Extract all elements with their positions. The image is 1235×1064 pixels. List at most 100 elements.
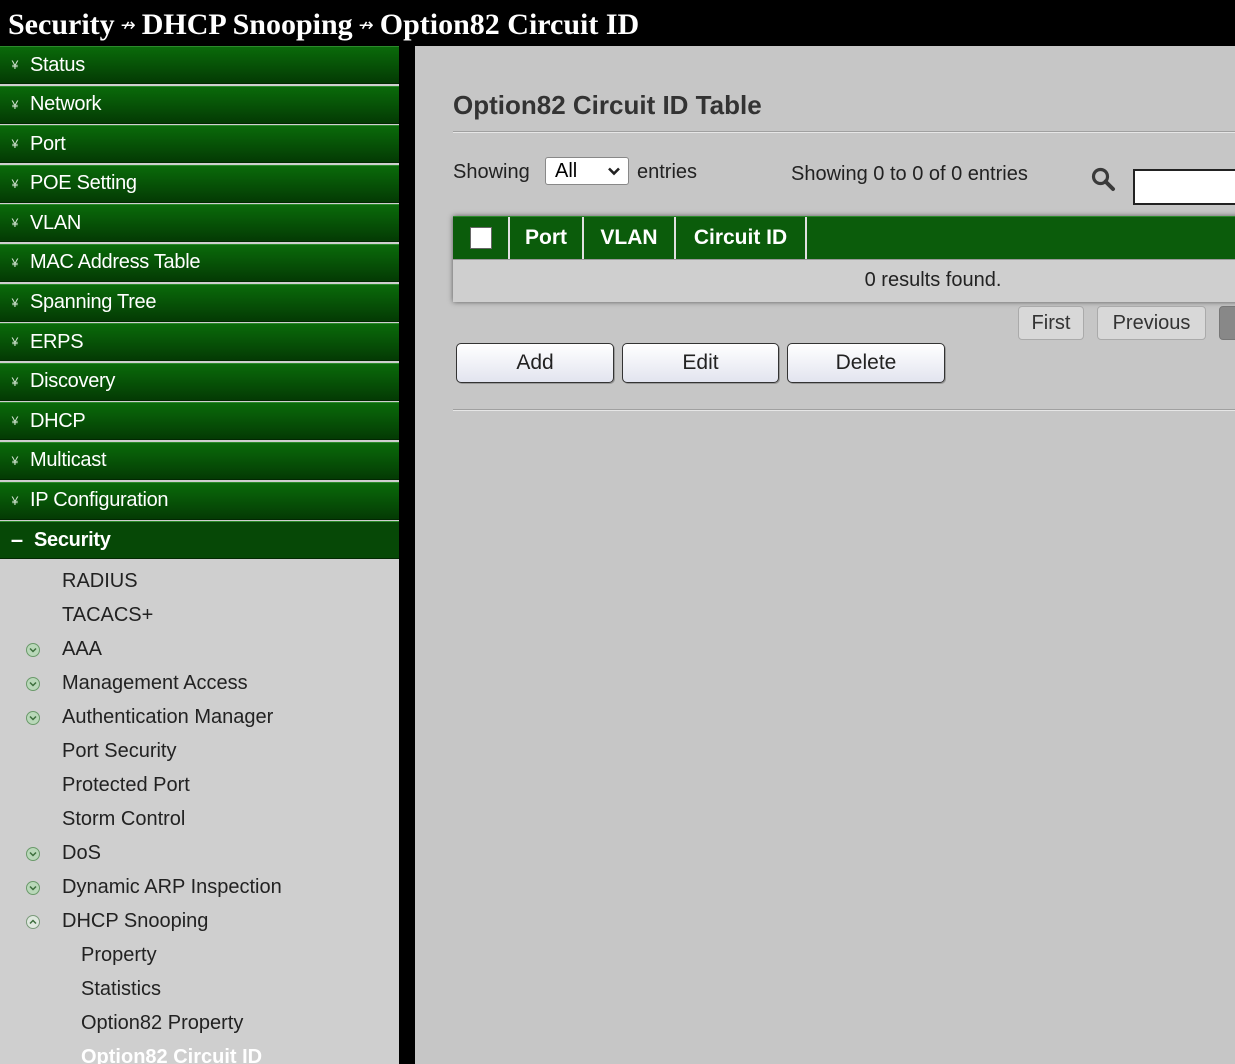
column-header-circuit-id[interactable]: Circuit ID bbox=[676, 217, 807, 259]
expand-icon bbox=[26, 846, 40, 861]
search-icon[interactable] bbox=[1090, 166, 1116, 192]
sidebar-item-radius[interactable]: RADIUS bbox=[0, 565, 399, 599]
chevrons-down-icon: ¥ bbox=[11, 493, 19, 508]
sidebar-item-label: Storm Control bbox=[62, 808, 186, 831]
delete-button[interactable]: Delete bbox=[787, 343, 945, 383]
menu-item-security[interactable]: – Security bbox=[0, 521, 399, 560]
sidebar-item-label: DoS bbox=[62, 842, 101, 865]
column-header-vlan[interactable]: VLAN bbox=[584, 217, 676, 259]
menu-item-ip-configuration[interactable]: ¥ IP Configuration bbox=[0, 481, 399, 520]
chevrons-down-icon: ¥ bbox=[11, 335, 19, 350]
chevrons-down-icon: ¥ bbox=[11, 137, 19, 152]
menu-item-label: VLAN bbox=[30, 211, 82, 234]
menu-item-spanning-tree[interactable]: ¥ Spanning Tree bbox=[0, 283, 399, 322]
sidebar-item-dos[interactable]: DoS bbox=[0, 837, 399, 871]
chevrons-down-icon: ¥ bbox=[11, 176, 19, 191]
menu-item-label: ERPS bbox=[30, 330, 84, 353]
menu-item-label: POE Setting bbox=[30, 172, 137, 195]
menu-item-dhcp[interactable]: ¥ DHCP bbox=[0, 402, 399, 441]
sidebar-item-label: DHCP Snooping bbox=[62, 910, 209, 933]
menu-item-label: Port bbox=[30, 132, 66, 155]
menu-item-poe-setting[interactable]: ¥ POE Setting bbox=[0, 164, 399, 203]
page-number-button[interactable] bbox=[1219, 306, 1235, 340]
menu-item-erps[interactable]: ¥ ERPS bbox=[0, 323, 399, 362]
entries-label: entries bbox=[637, 161, 698, 183]
footer-divider bbox=[453, 409, 1235, 411]
sidebar-item-label: Option82 Circuit ID bbox=[81, 1046, 263, 1064]
sidebar-item-label: Port Security bbox=[62, 740, 177, 763]
menu-item-port[interactable]: ¥ Port bbox=[0, 125, 399, 164]
breadcrumb-arrow-icon: ↛ bbox=[120, 15, 136, 36]
search-input[interactable] bbox=[1133, 169, 1235, 205]
select-all-checkbox[interactable] bbox=[469, 227, 492, 249]
circuit-id-table: Port VLAN Circuit ID 0 results found. bbox=[453, 216, 1235, 302]
entries-info: Showing 0 to 0 of 0 entries bbox=[791, 163, 1028, 185]
previous-page-button[interactable]: Previous bbox=[1097, 306, 1206, 340]
sidebar-item-dhcp-snooping[interactable]: DHCP Snooping bbox=[0, 905, 399, 939]
menu-item-label: Spanning Tree bbox=[30, 291, 157, 314]
chevron-down-icon bbox=[608, 167, 620, 176]
menu-item-label: Multicast bbox=[30, 449, 107, 472]
breadcrumb-dhcp-snooping[interactable]: DHCP Snooping bbox=[142, 8, 353, 41]
sidebar-item-label: AAA bbox=[62, 638, 103, 661]
entries-select-value: All bbox=[555, 159, 578, 182]
sidebar-item-label: Authentication Manager bbox=[62, 706, 274, 729]
empty-results-message: 0 results found. bbox=[864, 269, 1002, 291]
menu-item-mac-address-table[interactable]: ¥ MAC Address Table bbox=[0, 243, 399, 282]
breadcrumb-security[interactable]: Security bbox=[8, 8, 115, 41]
expand-icon bbox=[26, 642, 40, 657]
sidebar-item-label: Management Access bbox=[62, 672, 248, 695]
expand-icon bbox=[26, 676, 40, 691]
edit-button[interactable]: Edit bbox=[622, 343, 779, 383]
chevrons-down-icon: ¥ bbox=[11, 97, 19, 112]
sidebar-item-tacacs[interactable]: TACACS+ bbox=[0, 599, 399, 633]
sidebar-item-authentication-manager[interactable]: Authentication Manager bbox=[0, 701, 399, 735]
menu-item-label: MAC Address Table bbox=[30, 251, 201, 274]
sidebar-item-label: Property bbox=[81, 944, 157, 967]
menu-item-label: Status bbox=[30, 53, 85, 76]
first-page-button[interactable]: First bbox=[1018, 306, 1084, 340]
column-header-port[interactable]: Port bbox=[510, 217, 584, 259]
sidebar-item-dynamic-arp-inspection[interactable]: Dynamic ARP Inspection bbox=[0, 871, 399, 905]
chevrons-down-icon: ¥ bbox=[11, 414, 19, 429]
main-content: Option82 Circuit ID Table Showing All en… bbox=[415, 46, 1235, 1064]
menu-item-discovery[interactable]: ¥ Discovery bbox=[0, 362, 399, 401]
chevrons-down-icon: ¥ bbox=[11, 295, 19, 310]
sidebar-item-storm-control[interactable]: Storm Control bbox=[0, 803, 399, 837]
select-all-cell bbox=[453, 217, 510, 259]
minus-icon: – bbox=[10, 527, 24, 553]
sidebar-item-property[interactable]: Property bbox=[0, 939, 399, 973]
sidebar-item-aaa[interactable]: AAA bbox=[0, 633, 399, 667]
menu-item-label: DHCP bbox=[30, 409, 86, 432]
menu-item-vlan[interactable]: ¥ VLAN bbox=[0, 204, 399, 243]
sidebar-item-label: Statistics bbox=[81, 978, 162, 1001]
sidebar-item-protected-port[interactable]: Protected Port bbox=[0, 769, 399, 803]
sidebar-item-option82-circuit-id[interactable]: Option82 Circuit ID bbox=[0, 1041, 399, 1064]
collapse-icon bbox=[26, 914, 40, 929]
showing-label: Showing bbox=[453, 161, 530, 183]
add-button[interactable]: Add bbox=[456, 343, 614, 383]
menu-item-label: IP Configuration bbox=[30, 489, 169, 512]
sidebar-item-label: TACACS+ bbox=[62, 604, 154, 627]
menu-item-status[interactable]: ¥ Status bbox=[0, 46, 399, 84]
menu-item-label: Security bbox=[34, 528, 111, 551]
menu-item-multicast[interactable]: ¥ Multicast bbox=[0, 441, 399, 480]
chevrons-down-icon: ¥ bbox=[11, 255, 19, 270]
sidebar-item-label: Option82 Property bbox=[81, 1012, 244, 1035]
sidebar-item-port-security[interactable]: Port Security bbox=[0, 735, 399, 769]
breadcrumb-arrow-icon: ↛ bbox=[358, 15, 374, 36]
menu-item-network[interactable]: ¥ Network bbox=[0, 85, 399, 124]
sidebar: ¥ Status ¥ Network ¥ Port ¥ POE Setting ¥ VLA… bbox=[0, 46, 399, 1064]
table-header: Port VLAN Circuit ID bbox=[453, 216, 1235, 259]
expand-icon bbox=[26, 880, 40, 895]
sidebar-item-management-access[interactable]: Management Access bbox=[0, 667, 399, 701]
chevrons-down-icon: ¥ bbox=[11, 453, 19, 468]
menu-item-label: Discovery bbox=[30, 370, 116, 393]
sidebar-divider[interactable] bbox=[399, 46, 415, 1064]
chevrons-down-icon: ¥ bbox=[11, 216, 19, 231]
sidebar-item-statistics[interactable]: Statistics bbox=[0, 973, 399, 1007]
entries-select[interactable]: All bbox=[545, 157, 629, 185]
page-title: Option82 Circuit ID Table bbox=[453, 90, 762, 120]
menu-item-label: Network bbox=[30, 93, 102, 116]
sidebar-item-option82-property[interactable]: Option82 Property bbox=[0, 1007, 399, 1041]
